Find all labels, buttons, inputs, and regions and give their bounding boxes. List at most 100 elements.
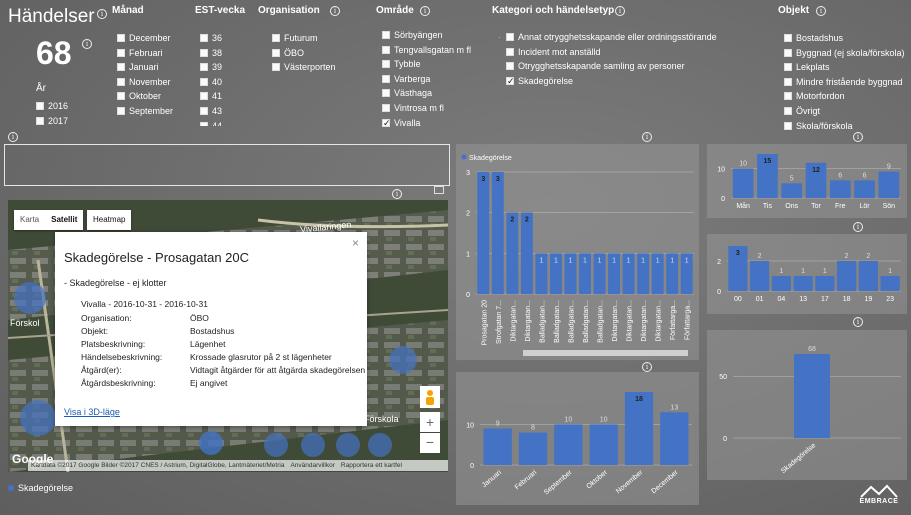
info-icon[interactable]: i xyxy=(853,222,863,232)
object-item[interactable]: Mindre fristående byggnad xyxy=(784,75,910,90)
category-item[interactable]: Annat otrygghetsskapande eller ordningss… xyxy=(506,30,717,45)
category-item[interactable]: Otrygghetsskapande samling av personer xyxy=(506,59,717,74)
x-tick-label: Balladgatan... xyxy=(568,300,575,343)
organisation-item[interactable]: Västerporten xyxy=(272,60,336,75)
month-item[interactable]: November xyxy=(117,75,173,90)
info-icon[interactable]: i xyxy=(642,362,652,372)
info-icon[interactable]: i xyxy=(853,317,863,327)
month-item[interactable]: September xyxy=(117,104,173,119)
area-item[interactable]: Sörbyängen xyxy=(382,28,471,43)
week-item[interactable]: 41 xyxy=(200,89,222,104)
week-item[interactable]: 43 xyxy=(200,104,222,119)
object-item[interactable]: Motorfordon xyxy=(784,89,910,104)
checkbox[interactable] xyxy=(506,33,514,41)
zoom-in-button[interactable]: + xyxy=(420,412,440,432)
close-icon[interactable]: × xyxy=(352,236,359,250)
area-item[interactable]: Tybble xyxy=(382,57,471,72)
checkbox[interactable] xyxy=(382,60,390,69)
checkbox[interactable] xyxy=(784,63,792,72)
checkbox[interactable] xyxy=(200,48,208,57)
checkbox[interactable] xyxy=(200,106,208,115)
area-item[interactable]: Tengvallsgatan m fl xyxy=(382,43,471,58)
area-item[interactable]: Västhaga xyxy=(382,86,471,101)
map-terms-link[interactable]: Användarvillkor xyxy=(287,460,337,471)
info-icon[interactable]: i xyxy=(97,9,107,19)
year-item[interactable]: 2016 xyxy=(36,99,68,114)
info-icon[interactable]: i xyxy=(392,189,402,199)
map-report-link[interactable]: Rapportera ett kartfel xyxy=(338,460,405,471)
checkbox[interactable] xyxy=(117,92,125,101)
data-label: 1 xyxy=(627,257,631,264)
info-icon[interactable]: i xyxy=(420,6,430,16)
checkbox[interactable] xyxy=(117,48,125,57)
object-item[interactable]: Skola/förskola xyxy=(784,119,910,134)
checkbox[interactable] xyxy=(272,63,280,72)
info-icon[interactable]: i xyxy=(330,6,340,16)
month-item[interactable]: Januari xyxy=(117,60,173,75)
category-item[interactable]: Incident mot anställd xyxy=(506,45,717,60)
object-item[interactable]: Byggnad (ej skola/förskola) xyxy=(784,46,910,61)
checkbox[interactable] xyxy=(200,121,208,126)
checkbox[interactable] xyxy=(784,121,792,130)
week-item[interactable]: 38 xyxy=(200,46,222,61)
month-item[interactable]: December xyxy=(117,31,173,46)
checkbox[interactable] xyxy=(200,77,208,86)
week-item[interactable]: 39 xyxy=(200,60,222,75)
checkbox[interactable] xyxy=(272,48,280,57)
checkbox-checked[interactable] xyxy=(506,74,515,88)
zoom-out-button[interactable]: − xyxy=(420,433,440,453)
checkbox[interactable] xyxy=(784,106,792,115)
checkbox[interactable] xyxy=(36,116,44,125)
checkbox[interactable] xyxy=(784,92,792,101)
checkbox[interactable] xyxy=(784,48,792,57)
checkbox[interactable] xyxy=(506,62,514,71)
object-item[interactable]: Övrigt xyxy=(784,104,910,119)
organisation-item[interactable]: ÖBO xyxy=(272,46,336,61)
checkbox[interactable] xyxy=(382,31,390,39)
area-item[interactable]: Vintrosa m fl xyxy=(382,101,471,116)
month-item[interactable]: Februari xyxy=(117,46,173,61)
checkbox[interactable] xyxy=(506,47,514,56)
x-tick-label: Sön xyxy=(883,203,896,210)
info-icon[interactable]: i xyxy=(82,39,92,49)
info-icon[interactable]: i xyxy=(615,6,625,16)
info-icon[interactable]: i xyxy=(853,132,863,142)
category-item-skadegorelse[interactable]: Skadegörelse xyxy=(506,74,717,88)
checkbox-checked[interactable] xyxy=(382,116,391,130)
popup-3d-link[interactable]: Visa i 3D-läge xyxy=(64,407,120,417)
pegman-icon[interactable] xyxy=(420,386,440,408)
checkbox[interactable] xyxy=(36,102,44,110)
area-item[interactable]: Varberga xyxy=(382,72,471,87)
week-item[interactable]: 40 xyxy=(200,75,222,90)
checkbox[interactable] xyxy=(117,106,125,115)
checkbox[interactable] xyxy=(117,63,125,72)
object-item[interactable]: Bostadshus xyxy=(784,31,910,46)
checkbox[interactable] xyxy=(784,77,792,86)
checkbox[interactable] xyxy=(784,34,792,42)
info-icon[interactable]: i xyxy=(642,132,652,142)
map-tab-heatmap[interactable]: Heatmap xyxy=(87,210,132,230)
checkbox[interactable] xyxy=(117,34,125,42)
info-icon[interactable]: i xyxy=(8,132,18,142)
year-item[interactable]: 2017 xyxy=(36,114,68,129)
week-item[interactable]: 44 xyxy=(200,119,222,126)
checkbox[interactable] xyxy=(117,77,125,86)
object-item[interactable]: Lekplats xyxy=(784,60,910,75)
checkbox[interactable] xyxy=(200,34,208,42)
map-tab-karta[interactable]: Karta xyxy=(14,210,45,230)
checkbox[interactable] xyxy=(200,63,208,72)
info-icon[interactable]: i xyxy=(816,6,826,16)
x-tick-label: November xyxy=(615,469,645,496)
focus-mode-icon[interactable] xyxy=(434,186,444,194)
checkbox[interactable] xyxy=(272,34,280,42)
checkbox[interactable] xyxy=(382,103,390,112)
month-item[interactable]: Oktober xyxy=(117,89,173,104)
organisation-item[interactable]: Futurum xyxy=(272,31,336,46)
checkbox[interactable] xyxy=(382,45,390,54)
map-tab-satellit[interactable]: Satellit xyxy=(45,210,83,230)
area-item-vivalla[interactable]: Vivalla xyxy=(382,116,471,130)
checkbox[interactable] xyxy=(200,92,208,101)
checkbox[interactable] xyxy=(382,74,390,83)
week-item[interactable]: 36 xyxy=(200,31,222,46)
checkbox[interactable] xyxy=(382,89,390,98)
